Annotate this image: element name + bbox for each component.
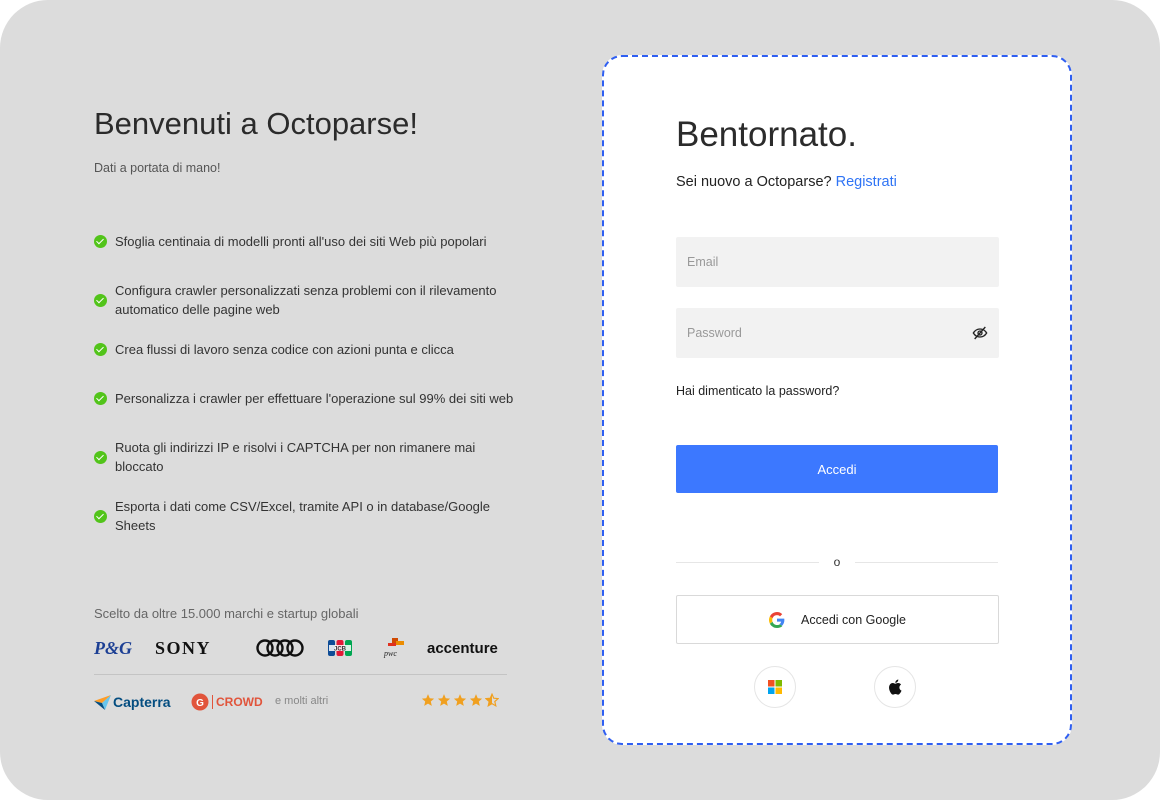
capterra-logo: Capterra bbox=[94, 694, 171, 710]
capterra-label: Capterra bbox=[113, 694, 171, 710]
login-button[interactable]: Accedi bbox=[676, 445, 998, 493]
feature-item: Crea flussi di lavoro senza codice con a… bbox=[94, 339, 514, 359]
email-field[interactable] bbox=[676, 237, 999, 287]
svg-text:G: G bbox=[196, 698, 204, 709]
svg-text:JCB: JCB bbox=[334, 647, 347, 653]
feature-item: Ruota gli indirizzi IP e risolvi i CAPTC… bbox=[94, 437, 514, 477]
login-title: Bentornato. bbox=[676, 115, 857, 154]
google-login-label: Accedi con Google bbox=[801, 612, 906, 627]
pg-logo: P&G bbox=[94, 637, 132, 658]
feature-text: Sfoglia centinaia di modelli pronti all'… bbox=[115, 233, 487, 249]
feature-item: Configura crawler personalizzati senza p… bbox=[94, 280, 514, 320]
half-star-icon bbox=[485, 693, 499, 707]
google-icon bbox=[769, 611, 785, 628]
check-icon bbox=[94, 509, 107, 523]
apple-icon bbox=[889, 679, 902, 695]
review-row: Capterra G CROWD e molti altri bbox=[94, 692, 507, 714]
forgot-password-link[interactable]: Hai dimenticato la password? bbox=[676, 384, 839, 398]
app-window: Benvenuti a Octoparse! Dati a portata di… bbox=[0, 0, 1160, 800]
feature-item: Sfoglia centinaia di modelli pronti all'… bbox=[94, 221, 514, 261]
new-user-text: Sei nuovo a Octoparse? bbox=[676, 174, 832, 190]
check-icon bbox=[94, 293, 107, 307]
star-icon bbox=[469, 694, 483, 706]
g2-icon: G bbox=[191, 693, 209, 711]
audi-logo bbox=[255, 636, 307, 660]
feature-text: Esporta i dati come CSV/Excel, tramite A… bbox=[115, 499, 491, 533]
google-login-button[interactable]: Accedi con Google bbox=[676, 595, 999, 644]
g2-label: CROWD bbox=[216, 695, 263, 709]
microsoft-login-button[interactable] bbox=[754, 666, 796, 708]
password-field[interactable] bbox=[676, 308, 999, 358]
apple-login-button[interactable] bbox=[874, 666, 916, 708]
eye-off-icon[interactable] bbox=[972, 325, 988, 341]
star-icon bbox=[437, 694, 451, 706]
password-field-wrapper bbox=[676, 308, 999, 358]
pwc-text: pwc bbox=[383, 649, 397, 658]
star-icon bbox=[453, 694, 467, 706]
capterra-arrow-icon bbox=[94, 694, 111, 710]
register-link[interactable]: Registrati bbox=[836, 174, 897, 190]
check-icon bbox=[94, 342, 107, 356]
jcb-logo: JCB bbox=[328, 636, 352, 660]
feature-text: Personalizza i crawler per effettuare l'… bbox=[115, 390, 514, 406]
more-reviews-text: e molti altri bbox=[275, 695, 329, 707]
feature-list: Sfoglia centinaia di modelli pronti all'… bbox=[94, 221, 514, 555]
star-icon bbox=[421, 694, 435, 706]
accenture-logo: accenture bbox=[427, 639, 498, 657]
or-divider: o bbox=[676, 553, 998, 573]
microsoft-icon bbox=[768, 680, 782, 694]
feature-text: Configura crawler personalizzati senza p… bbox=[115, 283, 497, 317]
login-card: Bentornato. Sei nuovo a Octoparse? Regis… bbox=[602, 55, 1072, 745]
welcome-title: Benvenuti a Octoparse! bbox=[94, 106, 418, 141]
divider bbox=[94, 674, 507, 675]
new-user-prompt: Sei nuovo a Octoparse? Registrati bbox=[676, 174, 897, 190]
g2-crowd-logo: G CROWD bbox=[191, 693, 263, 711]
feature-text: Crea flussi di lavoro senza codice con a… bbox=[115, 341, 454, 357]
check-icon bbox=[94, 391, 107, 405]
pwc-logo: pwc bbox=[382, 636, 408, 660]
sony-logo: SONY bbox=[155, 637, 212, 658]
brands-caption: Scelto da oltre 15.000 marchi e startup … bbox=[94, 606, 359, 621]
feature-text: Ruota gli indirizzi IP e risolvi i CAPTC… bbox=[115, 440, 476, 474]
feature-item: Personalizza i crawler per effettuare l'… bbox=[94, 378, 514, 418]
check-icon bbox=[94, 234, 107, 248]
feature-item: Esporta i dati come CSV/Excel, tramite A… bbox=[94, 496, 514, 536]
check-icon bbox=[94, 450, 107, 464]
brand-logos: P&G SONY JCB pwc accenture bbox=[94, 636, 504, 660]
rating-stars bbox=[421, 693, 499, 707]
welcome-subtitle: Dati a portata di mano! bbox=[94, 161, 221, 175]
